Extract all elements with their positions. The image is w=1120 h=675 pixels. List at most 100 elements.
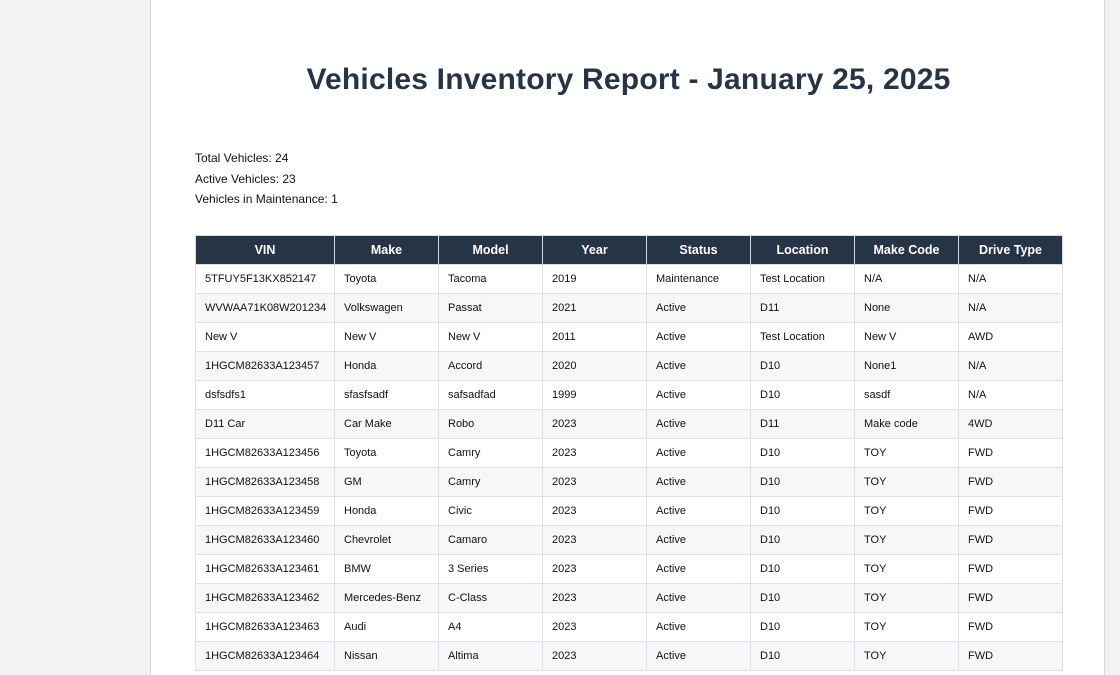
cell-drive-type: N/A [958,293,1063,323]
cell-model: Altima [438,641,543,671]
cell-make-code: N/A [854,264,959,294]
cell-make: New V [334,322,439,352]
cell-vin: 1HGCM82633A123464 [195,641,335,671]
cell-vin: 1HGCM82633A123460 [195,525,335,555]
cell-status: Active [646,641,751,671]
cell-model: Camry [438,467,543,497]
cell-make: Mercedes-Benz [334,583,439,613]
cell-drive-type: FWD [958,641,1063,671]
cell-make: GM [334,467,439,497]
cell-year: 2023 [542,641,647,671]
cell-model: Passat [438,293,543,323]
cell-status: Active [646,351,751,381]
cell-location: Test Location [750,322,855,352]
cell-status: Active [646,322,751,352]
cell-status: Active [646,438,751,468]
cell-vin: New V [195,322,335,352]
column-header-drive-type: Drive Type [958,235,1063,265]
cell-make: sfasfsadf [334,380,439,410]
maintenance-vehicles-text: Vehicles in Maintenance: 1 [195,192,338,206]
column-header-status: Status [646,235,751,265]
cell-make: Chevrolet [334,525,439,555]
cell-vin: WVWAA71K08W201234 [195,293,335,323]
cell-year: 2023 [542,525,647,555]
cell-drive-type: 4WD [958,409,1063,439]
cell-year: 2023 [542,467,647,497]
cell-location: D10 [750,641,855,671]
table-row: 5TFUY5F13KX852147 Toyota Tacoma 2019 Mainten… [195,264,1063,294]
table-row: New V New V New V 2011 Active Test Location Ne… [195,322,1063,352]
cell-year: 1999 [542,380,647,410]
cell-make: Car Make [334,409,439,439]
cell-vin: dsfsdfs1 [195,380,335,410]
cell-model: Camaro [438,525,543,555]
cell-vin: 1HGCM82633A123459 [195,496,335,526]
cell-make-code: None1 [854,351,959,381]
cell-status: Active [646,409,751,439]
total-vehicles-text: Total Vehicles: 24 [195,151,289,165]
cell-make: Audi [334,612,439,642]
cell-make-code: sasdf [854,380,959,410]
cell-year: 2023 [542,612,647,642]
column-header-make: Make [334,235,439,265]
table-row: 1HGCM82633A123464 Nissan Altima 2023 Active D… [195,641,1063,671]
column-header-location: Location [750,235,855,265]
cell-model: A4 [438,612,543,642]
cell-year: 2023 [542,438,647,468]
cell-make-code: New V [854,322,959,352]
cell-drive-type: N/A [958,380,1063,410]
cell-drive-type: FWD [958,467,1063,497]
cell-status: Active [646,583,751,613]
column-header-make-code: Make Code [854,235,959,265]
cell-vin: 1HGCM82633A123458 [195,467,335,497]
cell-vin: 1HGCM82633A123463 [195,612,335,642]
cell-make-code: TOY [854,467,959,497]
cell-status: Active [646,293,751,323]
cell-status: Active [646,496,751,526]
summary-block: Total Vehicles: 24 Active Vehicles: 23 V… [195,148,338,210]
cell-make-code: None [854,293,959,323]
active-vehicles-text: Active Vehicles: 23 [195,171,296,186]
column-header-model: Model [438,235,543,265]
cell-make: Toyota [334,264,439,294]
cell-drive-type: FWD [958,554,1063,584]
cell-status: Active [646,525,751,555]
cell-drive-type: FWD [958,612,1063,642]
cell-make-code: TOY [854,554,959,584]
cell-make: Volkswagen [334,293,439,323]
cell-location: D10 [750,467,855,497]
cell-vin: 1HGCM82633A123462 [195,583,335,613]
cell-model: C-Class [438,583,543,613]
cell-vin: 1HGCM82633A123461 [195,554,335,584]
cell-vin: 1HGCM82633A123456 [195,438,335,468]
column-header-year: Year [542,235,647,265]
table-row: 1HGCM82633A123456 Toyota Camry 2023 Active D1… [195,438,1063,468]
cell-location: D10 [750,525,855,555]
table-row: 1HGCM82633A123462 Mercedes-Benz C-Class 202… [195,583,1063,613]
cell-drive-type: N/A [958,351,1063,381]
cell-make-code: TOY [854,583,959,613]
cell-make: Toyota [334,438,439,468]
cell-make-code: TOY [854,641,959,671]
cell-status: Active [646,380,751,410]
cell-drive-type: FWD [958,525,1063,555]
cell-year: 2011 [542,322,647,352]
report-title: Vehicles Inventory Report - January 25, … [306,63,951,96]
cell-make-code: Make code [854,409,959,439]
cell-status: Active [646,612,751,642]
cell-drive-type: N/A [958,264,1063,294]
cell-location: D11 [750,409,855,439]
cell-model: Accord [438,351,543,381]
table-row: 1HGCM82633A123461 BMW 3 Series 2023 Active D1… [195,554,1063,584]
table-row: 1HGCM82633A123457 Honda Accord 2020 Active D1… [195,351,1063,381]
cell-model: New V [438,322,543,352]
cell-location: D10 [750,612,855,642]
cell-model: safsadfad [438,380,543,410]
cell-model: Camry [438,438,543,468]
cell-year: 2023 [542,496,647,526]
table-row: 1HGCM82633A123458 GM Camry 2023 Active D10 TOY… [195,467,1063,497]
cell-year: 2023 [542,583,647,613]
cell-drive-type: FWD [958,583,1063,613]
cell-year: 2019 [542,264,647,294]
cell-status: Active [646,554,751,584]
